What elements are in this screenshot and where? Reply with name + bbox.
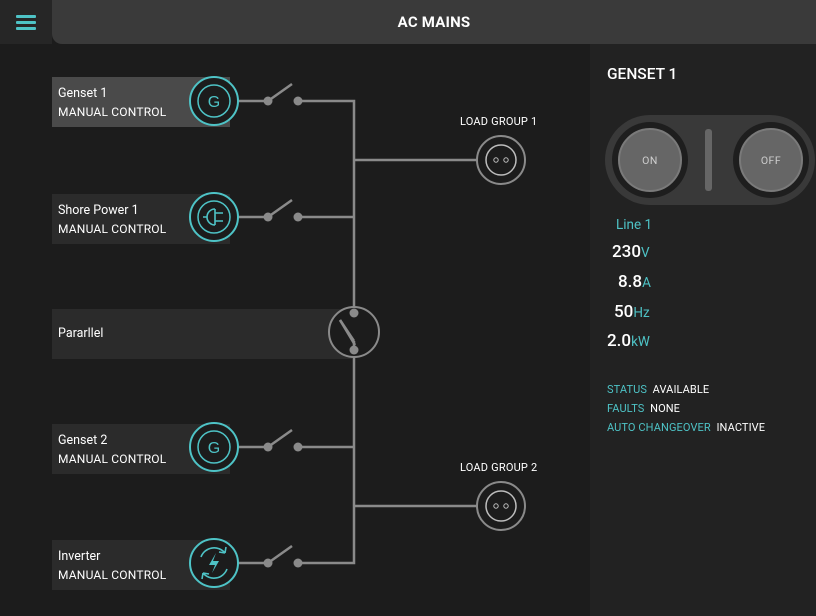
- power-value: 2.0: [607, 331, 632, 351]
- line-label: Line 1: [616, 217, 653, 233]
- bus-line-bottom: [300, 350, 356, 565]
- generator-icon[interactable]: G: [189, 76, 239, 126]
- current-unit: A: [642, 275, 651, 291]
- status-value: AVAILABLE: [652, 383, 710, 396]
- power-readout: 2.0kW: [607, 331, 650, 351]
- voltage-value: 230: [612, 242, 641, 262]
- toggle-divider: [705, 129, 712, 191]
- generator-glyph: G: [208, 94, 220, 111]
- status-key: STATUS: [607, 383, 647, 396]
- auto-changeover-key: AUTO CHANGEOVER: [607, 421, 711, 434]
- off-button[interactable]: OFF: [733, 122, 809, 198]
- generator-icon[interactable]: G: [189, 422, 239, 472]
- load-group-2-outlet-icon[interactable]: [476, 481, 526, 531]
- inverter-icon[interactable]: [189, 538, 239, 588]
- frequency-unit: Hz: [633, 305, 650, 321]
- faults-value: NONE: [650, 402, 681, 415]
- load-group-2-label: LOAD GROUP 2: [460, 461, 538, 474]
- faults-row: FAULTS NONE: [607, 402, 680, 415]
- voltage-readout: 230V: [612, 242, 650, 262]
- current-readout: 8.8A: [618, 272, 651, 292]
- faults-key: FAULTS: [607, 402, 645, 415]
- auto-changeover-value: INACTIVE: [716, 421, 766, 434]
- shore-power-icon[interactable]: [189, 192, 239, 242]
- single-line-diagram: G G LOAD GROUP 1 LOAD GROUP 2: [0, 0, 590, 616]
- parallel-switch-icon[interactable]: [328, 306, 380, 358]
- panel-title: GENSET 1: [607, 65, 678, 83]
- bus-line-top: [300, 99, 356, 308]
- frequency-value: 50: [614, 302, 634, 322]
- app-root: AC MAINS Genset 1 MANUAL CONTROL Shore P…: [0, 0, 816, 616]
- status-row: STATUS AVAILABLE: [607, 383, 709, 396]
- frequency-readout: 50Hz: [614, 302, 650, 322]
- load-group-1-outlet-icon[interactable]: [476, 135, 526, 185]
- generator-glyph: G: [208, 440, 220, 457]
- current-value: 8.8: [618, 272, 643, 292]
- on-button-label: ON: [618, 128, 682, 192]
- detail-panel: GENSET 1 ON OFF Line 1 230V 8.8A 50Hz 2.…: [590, 44, 816, 616]
- voltage-unit: V: [641, 245, 650, 261]
- off-button-label: OFF: [739, 128, 803, 192]
- power-unit: kW: [631, 334, 650, 350]
- on-button[interactable]: ON: [612, 122, 688, 198]
- auto-changeover-row: AUTO CHANGEOVER INACTIVE: [607, 421, 765, 434]
- load-group-1-label: LOAD GROUP 1: [460, 115, 538, 128]
- diagram-svg: G G: [189, 76, 526, 588]
- on-off-toggle: ON OFF: [605, 115, 815, 205]
